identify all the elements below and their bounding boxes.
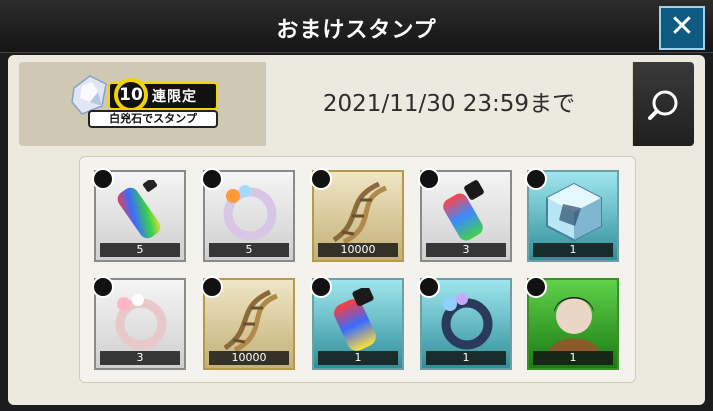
reward-item-rainbow-bottle[interactable]: 5 xyxy=(92,168,186,262)
dialog-title: おまけスタンプ xyxy=(276,18,437,43)
rainbow-bottle-big-icon xyxy=(334,288,376,351)
item-quantity: 1 xyxy=(533,351,613,365)
badge-subtitle: 白兇石でスタンプ xyxy=(88,110,218,128)
character-portrait-icon xyxy=(549,297,599,352)
gene-icon xyxy=(201,276,223,298)
reward-item-flower-ring-blue[interactable]: 1 xyxy=(418,276,512,370)
reward-item-flower-ring-pink[interactable]: 3 xyxy=(92,276,186,370)
zoom-button[interactable] xyxy=(633,62,694,146)
gene-icon xyxy=(310,168,332,190)
reward-item-dna-strand[interactable]: 10000 xyxy=(310,168,404,262)
skill-icon xyxy=(525,168,547,190)
affinity-icon xyxy=(201,168,223,190)
exp-icon xyxy=(418,168,440,190)
reward-item-character-portrait[interactable]: 1 xyxy=(525,276,619,370)
stamp-dialog: おまけスタンプ ✕ 10 連限定 白兇石でスタンプ 2021/11/30 23:… xyxy=(0,0,713,411)
reward-item-rainbow-bottle-big[interactable]: 1 xyxy=(310,276,404,370)
item-quantity: 1 xyxy=(426,351,506,365)
item-quantity: 1 xyxy=(318,351,398,365)
dna-strand-icon xyxy=(332,181,387,244)
black-cap-bottle-icon xyxy=(443,180,484,241)
reward-item-crystal-cube[interactable]: 1 xyxy=(525,168,619,262)
item-quantity: 3 xyxy=(426,243,506,257)
title-bar: おまけスタンプ xyxy=(0,0,713,53)
flower-ring-icon xyxy=(223,185,277,241)
badge-label: 連限定 xyxy=(152,89,197,105)
crystal-cube-icon xyxy=(546,182,602,242)
item-quantity: 10000 xyxy=(209,351,289,365)
reward-item-flower-ring[interactable]: 5 xyxy=(201,168,295,262)
affinity-icon xyxy=(418,276,440,298)
dna-strand-2-icon xyxy=(223,289,278,352)
item-quantity: 3 xyxy=(100,351,180,365)
character-icon xyxy=(525,276,547,298)
item-quantity: 5 xyxy=(209,243,289,257)
exp-icon xyxy=(310,276,332,298)
reward-item-dna-strand-2[interactable]: 10000 xyxy=(201,276,295,370)
reward-item-black-cap-bottle[interactable]: 3 xyxy=(418,168,512,262)
flower-ring-blue-icon xyxy=(441,293,493,350)
item-quantity: 5 xyxy=(100,243,180,257)
flower-ring-pink-icon xyxy=(115,294,167,350)
deadline-text: 2021/11/30 23:59まで xyxy=(266,62,632,146)
campaign-badge: 10 連限定 白兇石でスタンプ xyxy=(68,74,218,132)
rainbow-bottle-icon xyxy=(117,180,161,239)
close-button[interactable]: ✕ xyxy=(659,6,705,50)
item-quantity: 1 xyxy=(533,243,613,257)
affinity-icon xyxy=(92,276,114,298)
item-quantity: 10000 xyxy=(318,243,398,257)
exp-icon xyxy=(92,168,114,190)
search-icon xyxy=(648,90,678,120)
badge-number: 10 xyxy=(114,78,148,112)
